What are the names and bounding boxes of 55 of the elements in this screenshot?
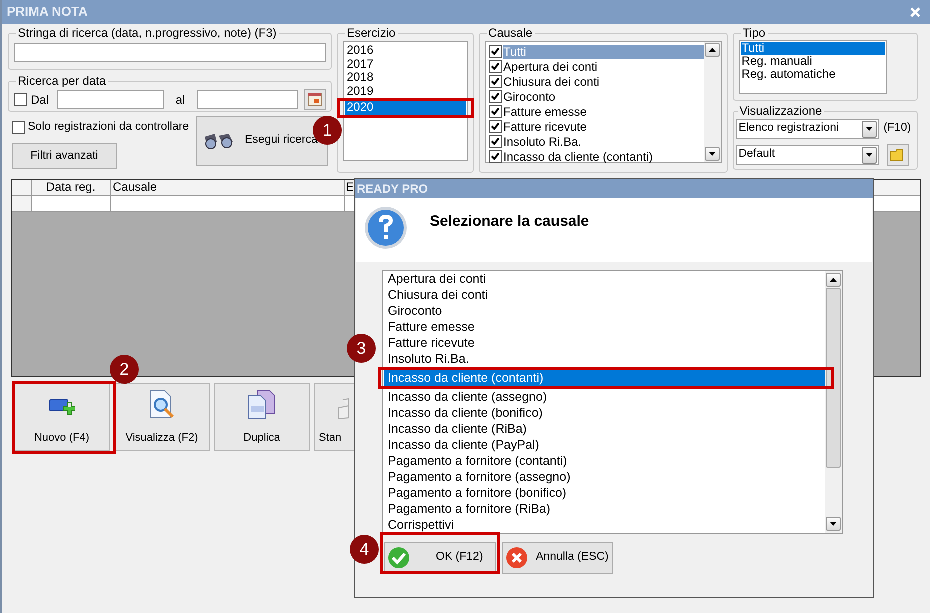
year-item[interactable]: 2020 (345, 101, 466, 114)
list-item[interactable]: Incasso da cliente (assegno) (384, 389, 825, 405)
group-label: Stringa di ricerca (data, n.progressivo, note) (F3) (17, 26, 278, 40)
causale-item[interactable]: Apertura dei conti (502, 60, 704, 74)
list-item[interactable]: Pagamento a fornitore (contanti) (384, 453, 825, 469)
group-label: Esercizio (346, 26, 397, 40)
causale-item[interactable]: Fatture ricevute (502, 120, 704, 134)
ok-button[interactable]: OK (F12) (384, 542, 496, 574)
year-item[interactable]: 2018 (345, 71, 466, 84)
type-item[interactable]: Reg. automatiche (740, 68, 885, 81)
year-item[interactable]: 2019 (345, 84, 466, 98)
causale-item[interactable]: Incasso da cliente (contanti) (502, 150, 704, 164)
list-item[interactable]: Chiusura dei conti (384, 287, 825, 303)
causale-item[interactable]: Chiusura dei conti (502, 74, 704, 88)
causale-item[interactable]: Insoluto Ri.Ba. (502, 134, 704, 148)
year-item[interactable]: 2016 (345, 44, 466, 58)
list-item[interactable]: Pagamento a fornitore (bonifico) (384, 485, 825, 501)
list-item[interactable]: Pagamento a fornitore (RiBa) (384, 501, 825, 517)
year-item[interactable]: 2017 (345, 58, 466, 71)
list-item[interactable]: Insoluto Ri.Ba. (384, 351, 825, 367)
to-label: al (174, 92, 186, 108)
action-button[interactable]: Duplica (214, 383, 310, 451)
shortcut-label: (F10) (884, 121, 912, 136)
action-button[interactable]: Nuovo (F4) (14, 383, 110, 451)
dialog-prompt: Selezionare la causale (430, 212, 590, 232)
column-header[interactable]: E (345, 180, 354, 195)
column-header[interactable]: Causale (111, 180, 345, 195)
group-label: Causale (488, 26, 534, 40)
group-label: Tipo (742, 26, 767, 40)
view-select[interactable]: Elenco registrazioni (736, 119, 879, 139)
advanced-filters-button[interactable]: Filtri avanzati (12, 143, 117, 170)
layout-select[interactable]: Default (736, 145, 879, 165)
cancel-button[interactable]: Annulla (ESC) (502, 542, 613, 574)
list-item[interactable]: Incasso da cliente (PayPal) (384, 437, 825, 453)
type-item[interactable]: Reg. manuali (740, 55, 885, 68)
group-label: Ricerca per data (17, 74, 108, 88)
list-item[interactable]: Incasso da cliente (RiBa) (384, 421, 825, 437)
group-label: Visualizzazione (738, 104, 824, 118)
list-item[interactable]: Giroconto (384, 303, 825, 319)
only-check-label: Solo registrazioni da controllare (28, 120, 190, 135)
dialog-title: READY PRO (357, 180, 428, 198)
column-header[interactable]: Data reg. (32, 180, 111, 195)
causale-item[interactable]: Fatture emesse (502, 104, 704, 118)
list-item[interactable]: Corrispettivi (384, 517, 825, 533)
from-label: Dal (31, 92, 50, 108)
list-item[interactable]: Fatture emesse (384, 319, 825, 335)
list-item[interactable]: Fatture ricevute (384, 335, 825, 351)
causale-item[interactable]: Giroconto (502, 90, 704, 104)
list-item[interactable]: Incasso da cliente (contanti) (384, 370, 825, 386)
list-item[interactable]: Incasso da cliente (bonifico) (384, 405, 825, 421)
type-item[interactable]: Tutti (740, 42, 885, 55)
window-title: PRIMA NOTA (7, 3, 88, 22)
list-item[interactable]: Apertura dei conti (384, 271, 825, 287)
action-button[interactable]: Visualizza (F2) (114, 383, 210, 451)
list-item[interactable]: Pagamento a fornitore (assegno) (384, 469, 825, 485)
